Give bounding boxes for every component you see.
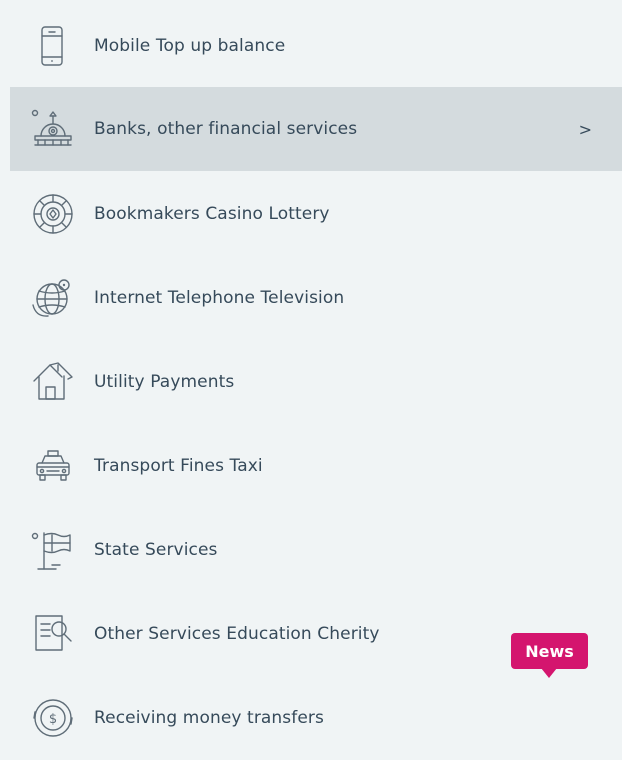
menu-item-state-services[interactable]: State Services <box>10 508 622 592</box>
menu-item-label: Internet Telephone Television <box>94 288 345 308</box>
casino-chip-icon <box>30 191 76 237</box>
menu-item-label: Receiving money transfers <box>94 708 324 728</box>
flag-icon <box>30 527 76 573</box>
menu-item-label: State Services <box>94 540 218 560</box>
mobile-phone-icon <box>30 23 76 69</box>
services-menu: Mobile Top up balance Banks, other finan… <box>10 0 622 742</box>
menu-item-bookmakers[interactable]: Bookmakers Casino Lottery <box>10 172 622 256</box>
news-badge[interactable]: News <box>511 633 588 678</box>
menu-item-internet[interactable]: Internet Telephone Television <box>10 256 622 340</box>
chevron-right-icon: > <box>578 119 592 139</box>
money-transfer-icon: $ <box>30 695 76 741</box>
svg-text:$: $ <box>49 712 57 727</box>
menu-item-label: Utility Payments <box>94 372 235 392</box>
taxi-icon <box>30 443 76 489</box>
menu-item-label: Transport Fines Taxi <box>94 456 263 476</box>
menu-item-money-transfers[interactable]: $ Receiving money transfers <box>10 676 622 760</box>
house-icon <box>30 359 76 405</box>
menu-item-mobile-top-up[interactable]: Mobile Top up balance <box>10 4 622 88</box>
globe-network-icon <box>30 275 76 321</box>
document-search-icon <box>30 611 76 657</box>
bank-icon <box>30 106 76 152</box>
menu-item-label: Banks, other financial services <box>94 119 358 139</box>
menu-item-label: Bookmakers Casino Lottery <box>94 204 330 224</box>
menu-item-banks[interactable]: Banks, other financial services > <box>10 87 622 171</box>
menu-item-transport[interactable]: Transport Fines Taxi <box>10 424 622 508</box>
menu-item-utility[interactable]: Utility Payments <box>10 340 622 424</box>
menu-item-label: Mobile Top up balance <box>94 36 286 56</box>
menu-item-label: Other Services Education Cherity <box>94 624 380 644</box>
